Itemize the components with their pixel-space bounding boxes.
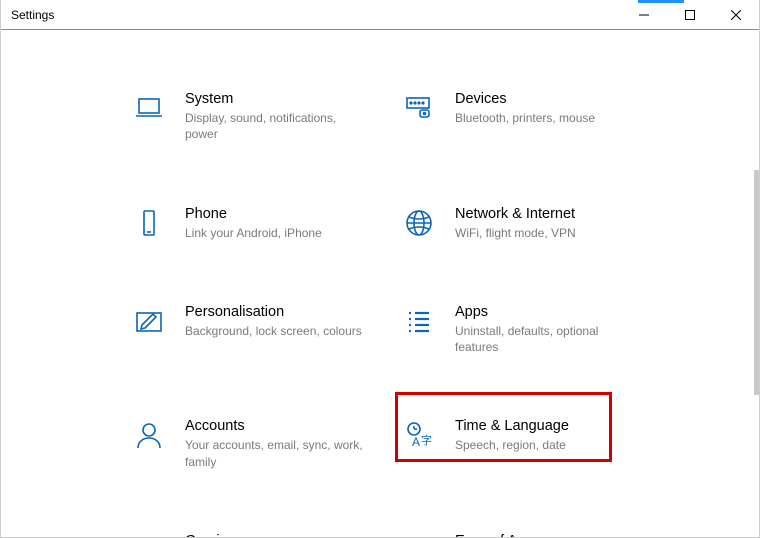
list-icon — [401, 303, 437, 339]
settings-content: System Display, sound, notifications, po… — [1, 30, 759, 537]
close-button[interactable] — [713, 0, 759, 29]
category-ease-of-access[interactable]: Ease of Access — [401, 528, 671, 537]
category-time-language[interactable]: A字 Time & Language Speech, region, date — [401, 413, 671, 474]
ease-icon — [401, 532, 437, 537]
maximize-button[interactable] — [667, 0, 713, 29]
category-name: Time & Language — [455, 417, 569, 435]
window-controls — [621, 0, 759, 29]
category-desc: Display, sound, notifications, power — [185, 110, 365, 142]
svg-text:A: A — [412, 435, 420, 449]
category-name: Phone — [185, 205, 322, 223]
category-devices[interactable]: Devices Bluetooth, printers, mouse — [401, 86, 671, 147]
accent-strip — [638, 0, 684, 3]
category-desc: Speech, region, date — [455, 437, 569, 453]
scrollbar-thumb[interactable] — [754, 170, 759, 395]
category-grid: System Display, sound, notifications, po… — [131, 86, 759, 537]
category-name: Gaming — [185, 532, 236, 537]
category-network[interactable]: Network & Internet WiFi, flight mode, VP… — [401, 201, 671, 245]
category-desc: Uninstall, defaults, optional features — [455, 323, 635, 355]
category-desc: Your accounts, email, sync, work, family — [185, 437, 365, 469]
category-name: Ease of Access — [455, 532, 554, 537]
category-desc: Bluetooth, printers, mouse — [455, 110, 595, 126]
category-name: Devices — [455, 90, 595, 108]
category-desc: Background, lock screen, colours — [185, 323, 362, 339]
globe-icon — [401, 205, 437, 241]
category-name: Personalisation — [185, 303, 362, 321]
category-gaming[interactable]: Gaming — [131, 528, 401, 537]
category-apps[interactable]: Apps Uninstall, defaults, optional featu… — [401, 299, 671, 360]
category-desc: WiFi, flight mode, VPN — [455, 225, 576, 241]
titlebar: Settings — [1, 0, 759, 30]
devices-icon — [401, 90, 437, 126]
category-system[interactable]: System Display, sound, notifications, po… — [131, 86, 401, 147]
category-accounts[interactable]: Accounts Your accounts, email, sync, wor… — [131, 413, 401, 474]
person-icon — [131, 417, 167, 453]
gaming-icon — [131, 532, 167, 537]
category-name: System — [185, 90, 365, 108]
window-title: Settings — [11, 8, 54, 22]
phone-icon — [131, 205, 167, 241]
category-phone[interactable]: Phone Link your Android, iPhone — [131, 201, 401, 245]
pen-icon — [131, 303, 167, 339]
category-name: Accounts — [185, 417, 365, 435]
category-personalisation[interactable]: Personalisation Background, lock screen,… — [131, 299, 401, 360]
category-name: Apps — [455, 303, 635, 321]
svg-text:字: 字 — [421, 433, 432, 447]
time-lang-icon: A字 — [401, 417, 437, 453]
minimize-button[interactable] — [621, 0, 667, 29]
category-name: Network & Internet — [455, 205, 576, 223]
laptop-icon — [131, 90, 167, 126]
category-desc: Link your Android, iPhone — [185, 225, 322, 241]
